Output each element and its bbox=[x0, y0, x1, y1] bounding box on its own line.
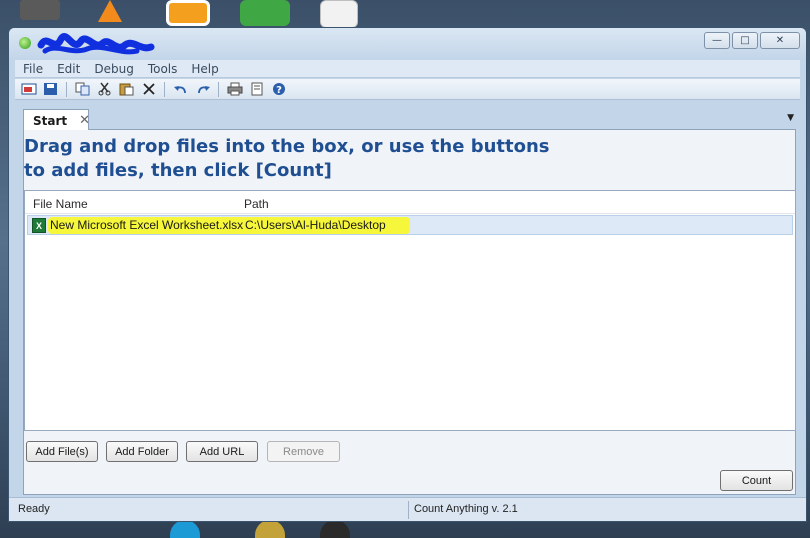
count-button[interactable]: Count bbox=[720, 470, 793, 491]
menu-edit[interactable]: Edit bbox=[57, 62, 80, 76]
print-icon[interactable] bbox=[225, 81, 244, 98]
toolbar: ? bbox=[15, 79, 800, 100]
start-page: Drag and drop files into the box, or use… bbox=[23, 130, 796, 495]
paste-icon[interactable] bbox=[117, 81, 136, 98]
minimize-button[interactable]: — bbox=[704, 32, 730, 49]
maximize-button[interactable]: □ bbox=[732, 32, 758, 49]
path-cell: C:\Users\Al-Huda\Desktop bbox=[245, 218, 386, 232]
svg-text:?: ? bbox=[276, 85, 282, 96]
add-folder-button[interactable]: Add Folder bbox=[106, 441, 178, 462]
printer-desktop-icon[interactable] bbox=[20, 0, 60, 20]
toolbar-separator bbox=[66, 81, 67, 97]
window-controls: — □ ✕ bbox=[704, 32, 800, 49]
new-count-icon[interactable] bbox=[19, 81, 38, 98]
toolbar-separator bbox=[164, 81, 165, 97]
help-icon[interactable]: ? bbox=[269, 81, 288, 98]
tab-start-label: Start bbox=[33, 113, 68, 128]
instructions-line-2: to add files, then click [Count] bbox=[24, 160, 332, 181]
status-version: Count Anything v. 2.1 bbox=[414, 503, 518, 515]
column-header-path[interactable]: Path bbox=[244, 197, 269, 211]
menu-help[interactable]: Help bbox=[191, 62, 218, 76]
app-icon bbox=[19, 37, 31, 49]
tab-list-dropdown-icon[interactable]: ▼ bbox=[787, 113, 794, 123]
menu-bar: File Edit Debug Tools Help bbox=[15, 60, 800, 78]
delete-icon[interactable] bbox=[139, 81, 158, 98]
list-header: File Name Path bbox=[25, 195, 795, 214]
desktop-icon[interactable] bbox=[255, 520, 285, 538]
instructions-heading: Drag and drop files into the box, or use… bbox=[24, 135, 624, 183]
save-icon[interactable] bbox=[41, 81, 60, 98]
upload-desktop-icon[interactable] bbox=[240, 0, 290, 26]
status-separator bbox=[408, 501, 409, 519]
toolbar-separator bbox=[218, 81, 219, 97]
column-header-file-name[interactable]: File Name bbox=[33, 197, 88, 211]
desktop-icon[interactable] bbox=[320, 520, 350, 538]
menu-file[interactable]: File bbox=[23, 62, 43, 76]
menu-tools[interactable]: Tools bbox=[148, 62, 178, 76]
status-bar: Ready Count Anything v. 2.1 bbox=[9, 497, 806, 521]
table-row[interactable]: X New Microsoft Excel Worksheet.xlsx C:\… bbox=[27, 215, 793, 235]
text-file-desktop-icon[interactable] bbox=[320, 0, 358, 28]
file-name-cell: New Microsoft Excel Worksheet.xlsx bbox=[50, 218, 244, 232]
add-files-button[interactable]: Add File(s) bbox=[26, 441, 98, 462]
copy-icon[interactable] bbox=[73, 81, 92, 98]
desktop-icon[interactable] bbox=[170, 520, 200, 538]
desktop-icons-row bbox=[170, 520, 370, 538]
redo-icon[interactable] bbox=[193, 81, 212, 98]
title-bar[interactable]: — □ ✕ bbox=[9, 28, 806, 58]
instructions-line-1: Drag and drop files into the box, or use… bbox=[24, 136, 550, 157]
redaction-scribble bbox=[37, 33, 155, 55]
menu-debug[interactable]: Debug bbox=[94, 62, 133, 76]
vlc-desktop-icon[interactable] bbox=[98, 0, 122, 22]
add-url-button[interactable]: Add URL bbox=[186, 441, 258, 462]
app-desktop-icon[interactable] bbox=[166, 0, 210, 26]
app-window: — □ ✕ File Edit Debug Tools Help ? Start… bbox=[8, 27, 807, 522]
tab-start[interactable]: Start ✕ bbox=[23, 109, 90, 131]
cut-icon[interactable] bbox=[95, 81, 114, 98]
tab-strip: Start ✕ ▼ bbox=[23, 109, 796, 131]
remove-button[interactable]: Remove bbox=[267, 441, 340, 462]
status-ready: Ready bbox=[18, 503, 50, 515]
close-tab-icon[interactable]: ✕ bbox=[79, 113, 90, 128]
excel-file-icon: X bbox=[32, 218, 46, 233]
print-preview-icon[interactable] bbox=[247, 81, 266, 98]
file-list[interactable]: File Name Path X New Microsoft Excel Wor… bbox=[24, 190, 796, 431]
undo-icon[interactable] bbox=[171, 81, 190, 98]
close-button[interactable]: ✕ bbox=[760, 32, 800, 49]
